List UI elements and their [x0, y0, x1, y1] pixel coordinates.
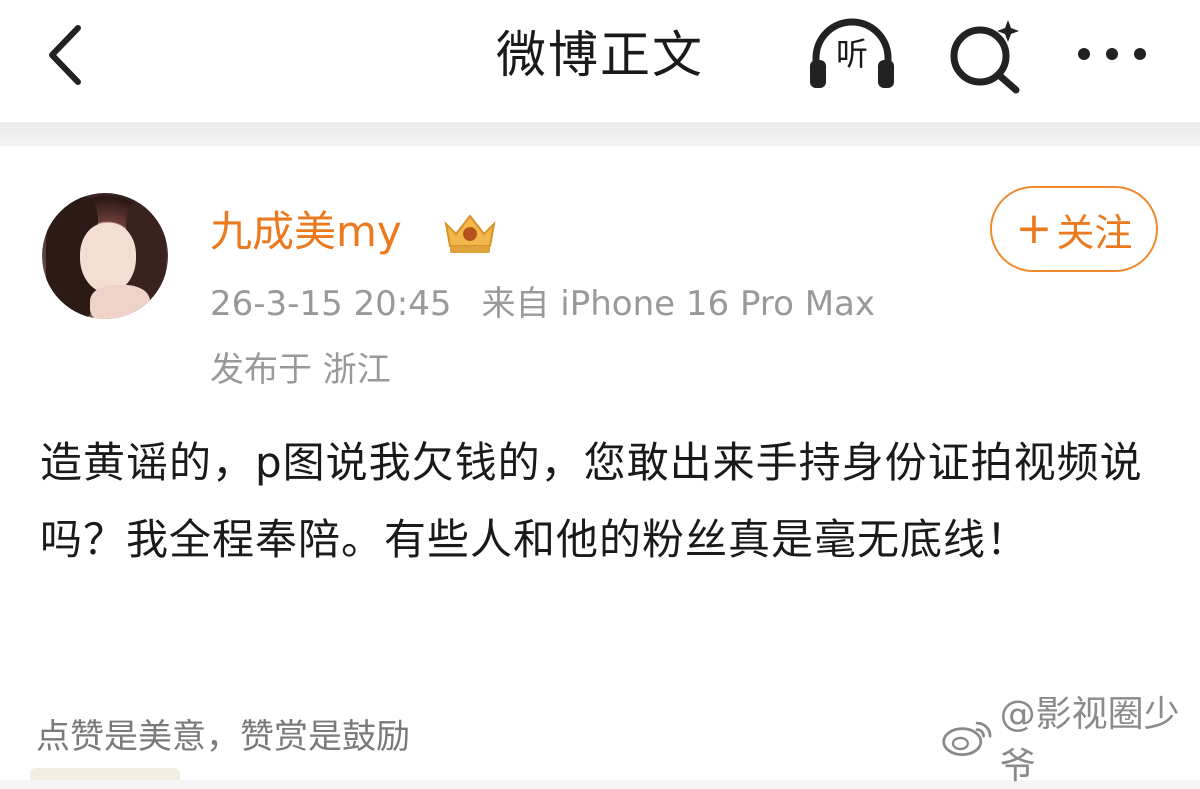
listen-label: 听: [835, 35, 868, 73]
search-sparkle-icon: [950, 20, 1020, 94]
watermark-text: @影视圈少爷: [999, 694, 1180, 787]
page-title: 微博正文: [496, 26, 704, 84]
search-button[interactable]: [940, 14, 1030, 94]
bottom-edge-strip: [30, 768, 180, 780]
plus-icon: +: [1015, 203, 1053, 254]
more-dots-icon: [1078, 48, 1146, 60]
post-card: 九成美my 26-3-15 20:45 来自 iPhone 16 Pro Max …: [0, 146, 1200, 787]
post-location: 发布于 浙江: [210, 350, 391, 390]
reward-text: 点赞是美意，赞赏是鼓励: [36, 717, 410, 757]
section-divider: [0, 122, 1200, 146]
author-name[interactable]: 九成美my: [210, 204, 402, 260]
post-body-text: 造黄谣的，p图说我欠钱的，您敢出来手持身份证拍视频说吗？我全程奉陪。有些人和他的…: [40, 438, 1143, 564]
post-source: 来自 iPhone 16 Pro Max: [481, 284, 876, 324]
top-navigation-bar: 微博正文 听: [0, 0, 1200, 122]
listen-button[interactable]: 听: [802, 14, 902, 94]
avatar-hand: [90, 285, 150, 319]
chevron-left-icon: [49, 25, 81, 85]
crown-badge-icon: [444, 214, 496, 253]
follow-label: 关注: [1056, 210, 1133, 255]
weibo-logo-icon: [942, 721, 992, 757]
follow-button[interactable]: + 关注: [990, 186, 1158, 272]
post-time: 26-3-15 20:45: [210, 284, 452, 324]
watermark: @影视圈少爷: [940, 694, 1200, 787]
post-meta: 26-3-15 20:45 来自 iPhone 16 Pro Max: [210, 280, 875, 328]
avatar-face: [80, 223, 136, 293]
more-button[interactable]: [1066, 14, 1166, 94]
back-button[interactable]: [30, 15, 100, 95]
avatar[interactable]: [42, 193, 168, 319]
